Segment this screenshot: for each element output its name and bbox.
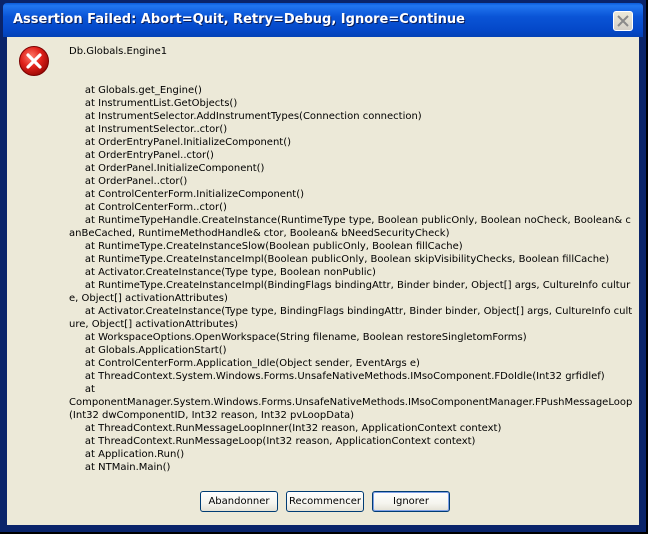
assertion-message: Db.Globals.Engine1 at Globals.get_Engine… bbox=[69, 46, 633, 473]
dialog-body: Db.Globals.Engine1 at Globals.get_Engine… bbox=[7, 37, 639, 525]
assertion-dialog: Assertion Failed: Abort=Quit, Retry=Debu… bbox=[0, 0, 646, 532]
close-icon bbox=[617, 15, 629, 27]
button-row: Abandonner Recommencer Ignorer bbox=[200, 491, 450, 512]
error-icon bbox=[18, 45, 50, 81]
abort-button[interactable]: Abandonner bbox=[200, 491, 278, 512]
ignore-button[interactable]: Ignorer bbox=[372, 491, 450, 512]
retry-button[interactable]: Recommencer bbox=[286, 491, 364, 512]
title-bar[interactable]: Assertion Failed: Abort=Quit, Retry=Debu… bbox=[3, 3, 643, 37]
window-title: Assertion Failed: Abort=Quit, Retry=Debu… bbox=[13, 12, 465, 27]
close-button[interactable] bbox=[613, 11, 633, 31]
